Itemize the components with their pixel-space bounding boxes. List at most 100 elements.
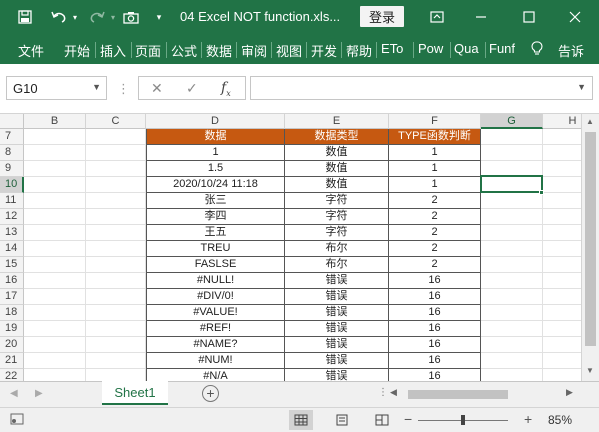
page-break-view-icon[interactable] [370, 410, 394, 430]
row-header[interactable]: 16 [0, 273, 24, 289]
table-cell[interactable]: 16 [389, 353, 481, 369]
table-cell[interactable]: 错误 [285, 289, 389, 305]
row-header[interactable]: 15 [0, 257, 24, 273]
page-layout-view-icon[interactable] [330, 410, 354, 430]
vertical-scrollbar[interactable]: ▲ ▼ [581, 114, 599, 381]
grid-cell[interactable] [24, 241, 86, 257]
table-cell[interactable]: 2 [389, 225, 481, 241]
tab-quant[interactable]: Qua [454, 41, 479, 56]
table-cell[interactable]: 错误 [285, 305, 389, 321]
table-cell[interactable]: 错误 [285, 337, 389, 353]
grid-cell[interactable] [86, 369, 146, 381]
grid-cell[interactable] [481, 225, 543, 241]
grid-cell[interactable] [86, 145, 146, 161]
table-cell[interactable]: 数值 [285, 161, 389, 177]
splitter-dots-icon[interactable]: ⋮ [117, 81, 130, 97]
tab-funfun[interactable]: Funf [489, 41, 515, 56]
grid-cell[interactable] [543, 369, 581, 381]
grid-cell[interactable] [24, 353, 86, 369]
table-cell[interactable]: 2 [389, 193, 481, 209]
grid-cell[interactable] [24, 193, 86, 209]
chevron-down-icon[interactable]: ▼ [92, 82, 101, 92]
column-header-e[interactable]: E [285, 114, 389, 129]
column-header-c[interactable]: C [86, 114, 146, 129]
maximize-icon[interactable] [516, 0, 542, 34]
zoom-out-icon[interactable]: − [404, 411, 412, 427]
table-cell[interactable]: 16 [389, 305, 481, 321]
table-cell[interactable]: TREU [146, 241, 285, 257]
row-header[interactable]: 19 [0, 321, 24, 337]
table-cell[interactable]: 16 [389, 321, 481, 337]
grid-cell[interactable] [24, 177, 86, 193]
grid-cell[interactable] [86, 129, 146, 145]
grid-cell[interactable] [24, 225, 86, 241]
grid-cell[interactable] [481, 353, 543, 369]
save-icon[interactable] [14, 0, 36, 34]
grid-cell[interactable] [24, 321, 86, 337]
cancel-icon[interactable]: ✕ [151, 80, 163, 97]
table-cell[interactable]: 错误 [285, 369, 389, 381]
grid-cell[interactable] [86, 161, 146, 177]
tab-formulas[interactable]: 公式 [171, 41, 197, 60]
grid-cell[interactable] [481, 321, 543, 337]
row-header[interactable]: 11 [0, 193, 24, 209]
undo-icon[interactable] [48, 0, 70, 34]
row-header[interactable]: 10 [0, 177, 24, 193]
table-cell[interactable]: 16 [389, 273, 481, 289]
grid-cell[interactable] [86, 209, 146, 225]
grid-cell[interactable] [24, 209, 86, 225]
horizontal-scrollbar[interactable]: ◀ ▶ [388, 387, 577, 400]
sheet-prev-icon[interactable]: ◀ [10, 388, 18, 399]
grid-cell[interactable] [481, 209, 543, 225]
sheet-next-icon[interactable]: ▶ [35, 388, 43, 399]
fill-handle[interactable] [539, 190, 544, 195]
grid-cell[interactable] [481, 193, 543, 209]
tab-page-layout[interactable]: 页面 [135, 41, 161, 60]
grid-cell[interactable] [543, 353, 581, 369]
grid-cell[interactable] [481, 177, 543, 193]
table-cell[interactable]: 1 [389, 145, 481, 161]
table-cell[interactable]: 错误 [285, 353, 389, 369]
grid-cell[interactable] [86, 305, 146, 321]
table-cell[interactable]: 错误 [285, 321, 389, 337]
grid-cell[interactable] [24, 289, 86, 305]
table-cell[interactable]: 布尔 [285, 257, 389, 273]
formula-input[interactable]: ▼ [250, 76, 593, 100]
grid-cell[interactable] [543, 241, 581, 257]
grid-cell[interactable] [86, 241, 146, 257]
grid-cell[interactable] [543, 289, 581, 305]
row-header[interactable]: 20 [0, 337, 24, 353]
row-header[interactable]: 13 [0, 225, 24, 241]
worksheet-grid[interactable]: B C D E F G H 7 数据 数据类型 TYPE函数判断 8 1 数值 1 9 1.5 数值… [0, 114, 581, 381]
table-cell[interactable]: 字符 [285, 209, 389, 225]
table-cell[interactable]: #NAME? [146, 337, 285, 353]
column-header-d[interactable]: D [146, 114, 285, 129]
column-header-g[interactable]: G [481, 114, 543, 129]
table-cell[interactable]: 数值 [285, 177, 389, 193]
grid-cell[interactable] [481, 145, 543, 161]
table-header-cell[interactable]: TYPE函数判断 [389, 129, 481, 145]
scroll-right-icon[interactable]: ▶ [566, 387, 573, 398]
table-cell[interactable]: #NUM! [146, 353, 285, 369]
grid-cell[interactable] [24, 305, 86, 321]
customize-qat-icon[interactable]: ▾ [152, 0, 166, 34]
table-cell[interactable]: 李四 [146, 209, 285, 225]
grid-cell[interactable] [86, 273, 146, 289]
scroll-up-icon[interactable]: ▲ [586, 117, 594, 126]
grid-cell[interactable] [86, 193, 146, 209]
tab-review[interactable]: 审阅 [241, 41, 267, 60]
grid-cell[interactable] [24, 369, 86, 381]
scroll-down-icon[interactable]: ▼ [586, 366, 594, 375]
grid-cell[interactable] [543, 257, 581, 273]
macro-record-icon[interactable] [10, 413, 24, 428]
grid-cell[interactable] [24, 145, 86, 161]
table-cell[interactable]: 1.5 [146, 161, 285, 177]
zoom-slider-knob[interactable] [461, 415, 465, 425]
table-cell[interactable]: #NULL! [146, 273, 285, 289]
enter-icon[interactable]: ✓ [186, 80, 198, 97]
select-all-corner[interactable] [0, 114, 24, 129]
table-cell[interactable]: 数值 [285, 145, 389, 161]
sheet-tab-sheet1[interactable]: Sheet1 [102, 381, 168, 405]
grid-cell[interactable] [543, 273, 581, 289]
camera-icon[interactable] [120, 0, 142, 34]
